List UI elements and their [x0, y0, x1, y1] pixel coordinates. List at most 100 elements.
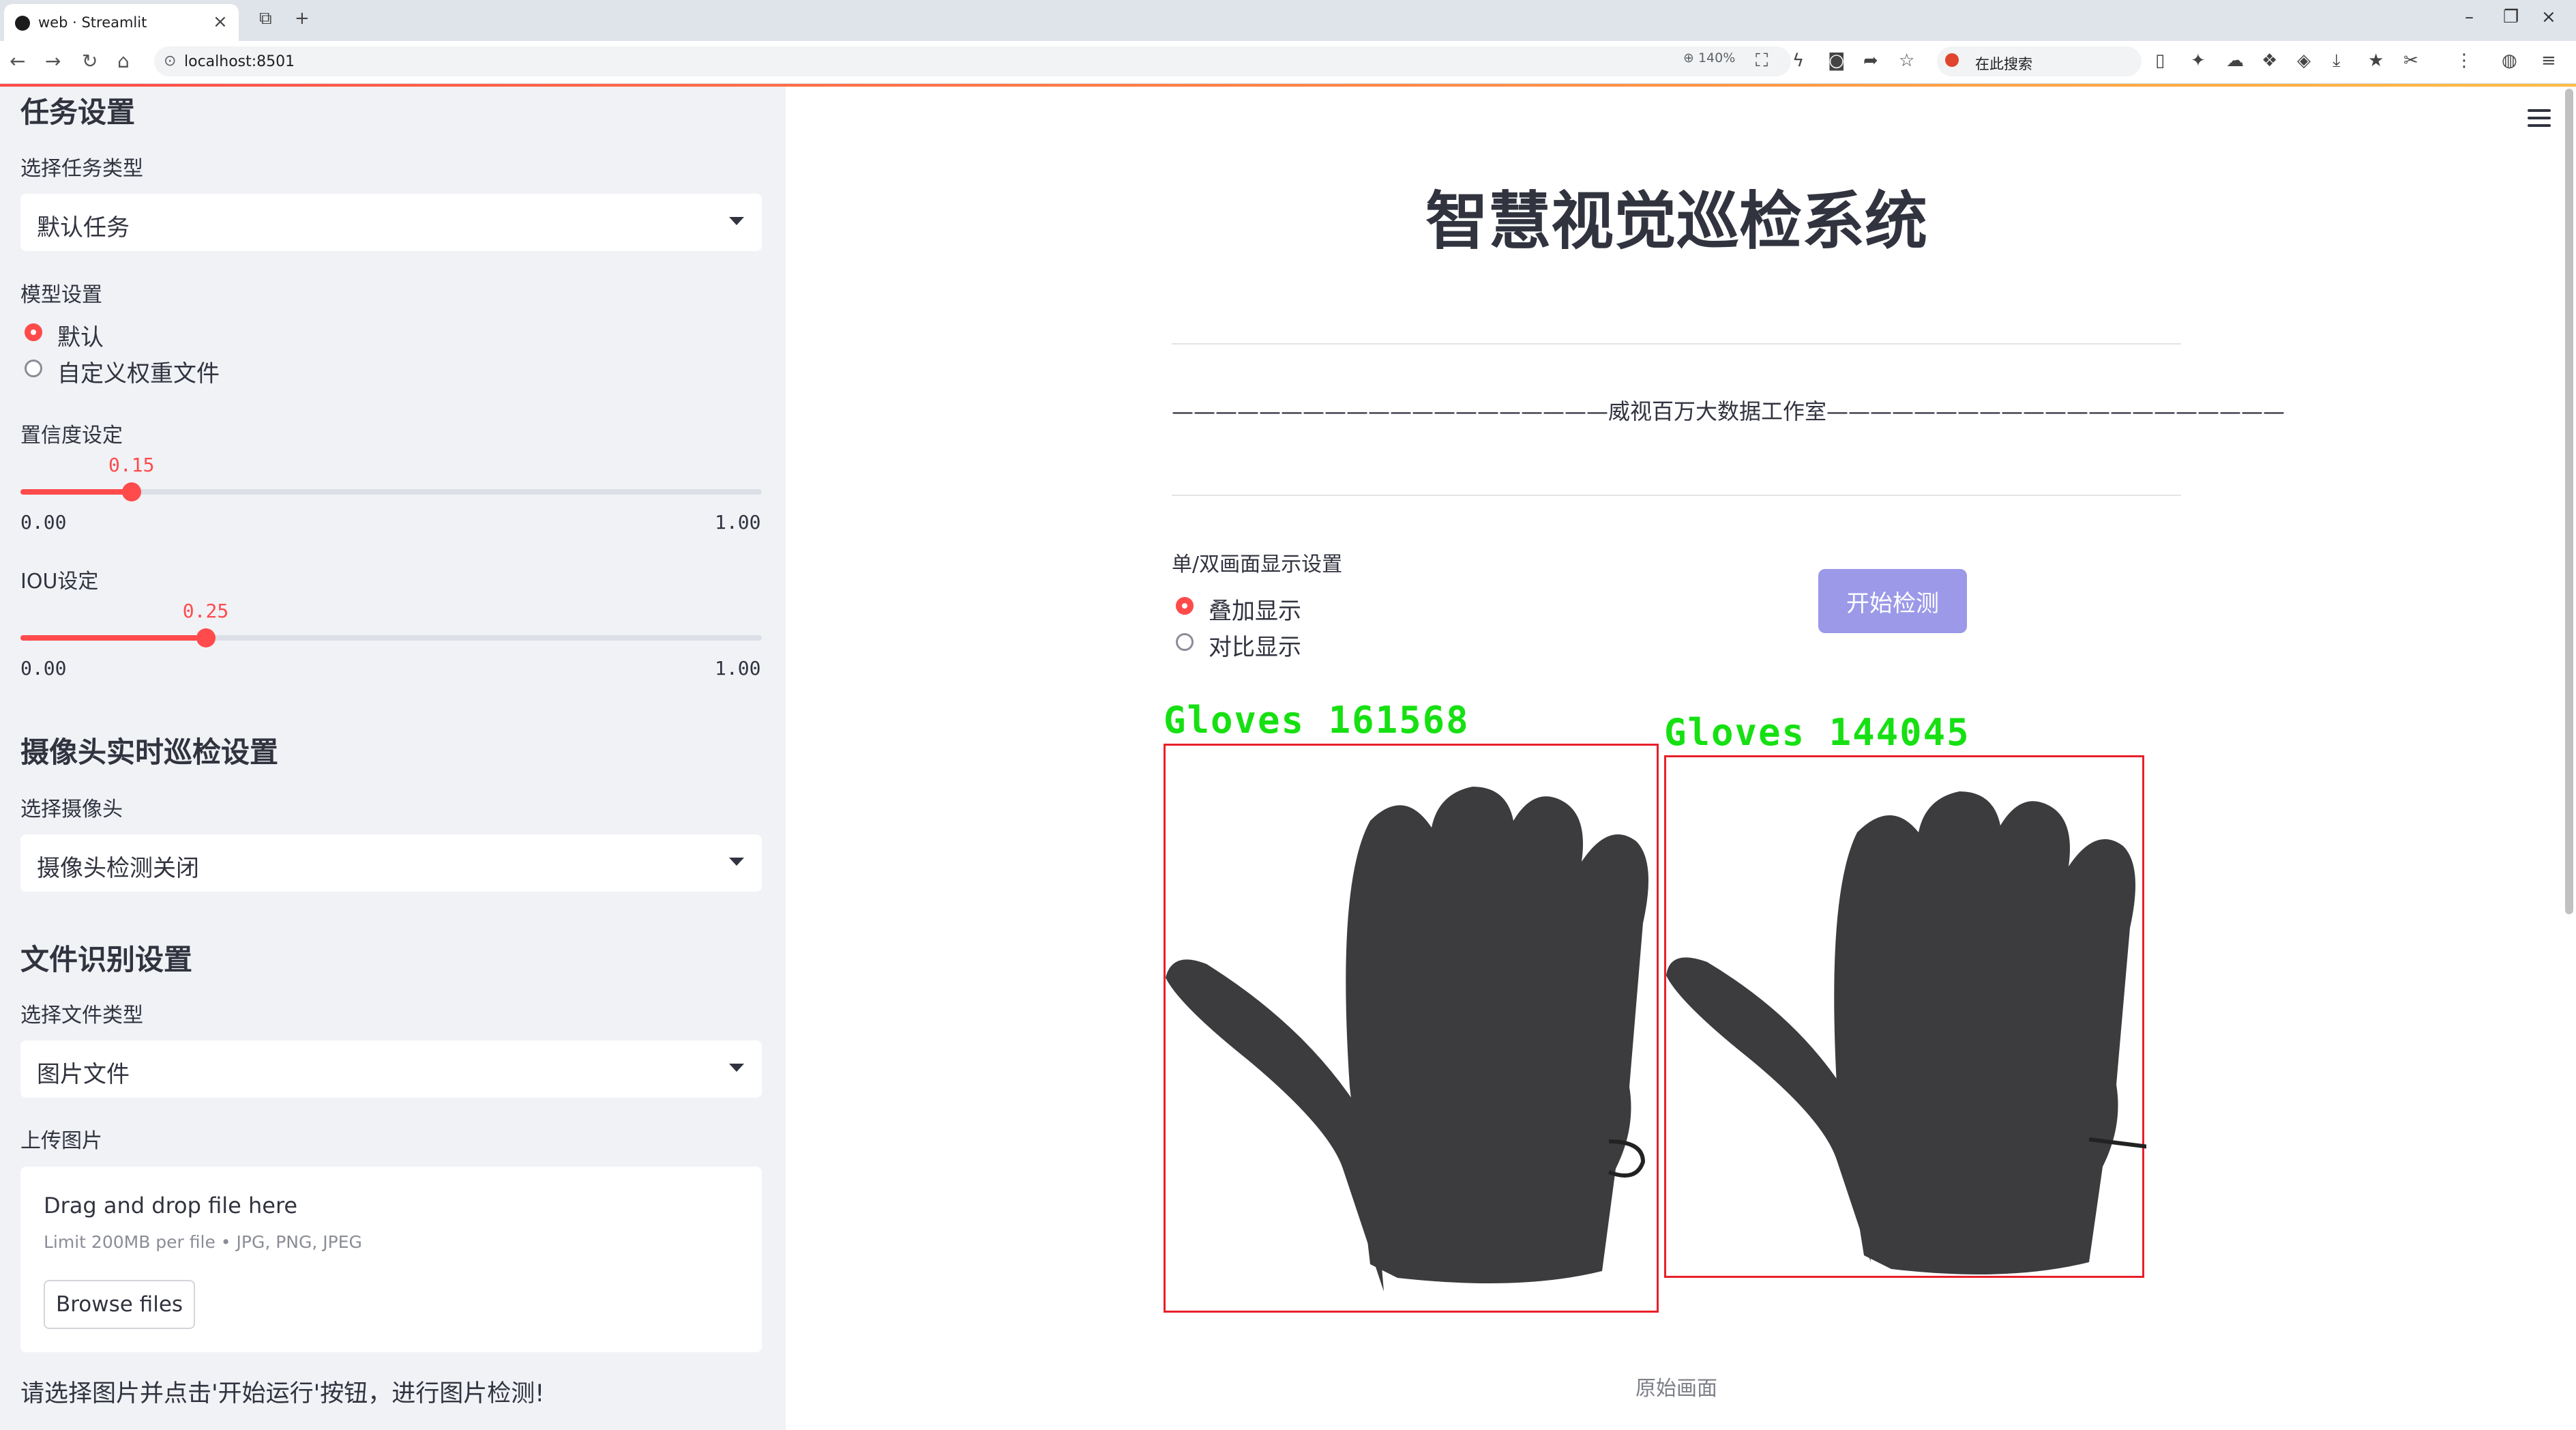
camera-settings-header: 摄像头实时巡检设置 [20, 735, 279, 769]
studio-line: ————————————————————威视百万大数据工作室——————————… [1172, 398, 2285, 424]
radio-unselected-icon [1176, 633, 1194, 651]
home-icon[interactable]: ⌂ [117, 50, 130, 72]
app-icon[interactable]: ◈ [2297, 50, 2311, 71]
search-engine-icon [1945, 53, 1959, 67]
download-icon[interactable]: ⤓ [2333, 50, 2341, 72]
iou-slider[interactable] [20, 628, 762, 647]
chevron-down-icon [729, 858, 744, 866]
task-type-value: 默认任务 [37, 214, 130, 242]
streamlit-favicon-icon [15, 16, 30, 31]
divider [1172, 495, 2181, 496]
more-menu-icon[interactable]: ⋮ [2455, 50, 2473, 71]
model-settings-label: 模型设置 [20, 283, 102, 307]
model-option-label: 自定义权重文件 [57, 360, 220, 388]
zoom-icon: ⊕ [1683, 50, 1694, 65]
reload-icon[interactable]: ↻ [82, 50, 98, 72]
collections-icon[interactable]: ❖ [2262, 50, 2277, 71]
forward-icon[interactable]: → [45, 50, 61, 72]
page-scrollbar[interactable] [2565, 89, 2573, 914]
glove-image [1666, 791, 2199, 1274]
address-bar: ← → ↻ ⌂ ⊙ localhost:8501 ⊕ 140% ⛶ ϟ ◙ ➦ … [0, 41, 2576, 84]
task-type-select[interactable]: 默认任务 [20, 194, 762, 251]
camera-icon[interactable]: ◙ [1828, 50, 1845, 71]
new-tab-icon[interactable]: + [295, 8, 310, 29]
tab-search-icon[interactable]: ⧉ [259, 8, 272, 29]
page-title: 智慧视觉巡检系统 [1425, 185, 1927, 258]
task-type-label: 选择任务类型 [20, 157, 143, 181]
tab-title: web · Streamlit [38, 14, 147, 31]
camera-label: 选择摄像头 [20, 798, 123, 821]
image-caption: 原始画面 [1635, 1377, 1717, 1401]
model-option-label: 默认 [57, 324, 104, 351]
cloud-icon[interactable]: ☁ [2226, 50, 2244, 71]
share-icon[interactable]: ➦ [1863, 50, 1878, 71]
dropzone-limit: Limit 200MB per file • JPG, PNG, JPEG [44, 1232, 362, 1252]
sidebar: 任务设置 选择任务类型 默认任务 模型设置 默认 自定义权重文件 置信度设定 0… [0, 87, 786, 1430]
screenshot-icon[interactable]: ✂ [2403, 50, 2418, 71]
chevron-down-icon [729, 1064, 744, 1072]
browser-search-box[interactable]: 在此搜索 [1937, 46, 2142, 76]
tab-close-icon[interactable]: × [213, 12, 228, 32]
minimize-icon[interactable]: – [2465, 7, 2474, 27]
divider [1172, 343, 2181, 345]
upload-label: 上传图片 [20, 1129, 102, 1153]
restore-icon[interactable]: ❐ [2503, 7, 2519, 27]
camera-value: 摄像头检测关闭 [37, 855, 199, 882]
translate-icon[interactable]: ⛶ [1756, 50, 1768, 72]
site-info-icon[interactable]: ⊙ [164, 53, 176, 70]
zoom-level[interactable]: ⊕ 140% [1683, 50, 1735, 65]
favorite-icon[interactable]: ☆ [1899, 50, 1914, 71]
detection-label: Gloves 161568 [1164, 699, 1470, 742]
confidence-max: 1.00 [715, 511, 761, 534]
reader-icon[interactable]: ▯ [2155, 50, 2165, 71]
confidence-label: 置信度设定 [20, 424, 123, 448]
zoom-value: 140% [1698, 50, 1736, 65]
radio-unselected-icon [25, 360, 42, 377]
browser-menu-icon[interactable]: ≡ [2541, 50, 2556, 71]
confidence-slider-fill [20, 489, 132, 495]
display-option-label: 对比显示 [1209, 634, 1301, 661]
glove-image [1166, 787, 1648, 1292]
chevron-down-icon [729, 217, 744, 225]
iou-value: 0.25 [182, 600, 229, 622]
url-text: localhost:8501 [184, 53, 295, 70]
browser-tab[interactable]: web · Streamlit × [4, 4, 239, 41]
back-icon[interactable]: ← [10, 50, 25, 72]
start-detection-button[interactable]: 开始检测 [1818, 569, 1967, 633]
detection-box [1664, 755, 2199, 1278]
iou-slider-fill [20, 635, 206, 641]
detection-box [1164, 744, 1659, 1313]
browse-files-button[interactable]: Browse files [44, 1280, 195, 1329]
sidebar-hint: 请选择图片并点击'开始运行'按钮，进行图片检测! [20, 1380, 545, 1407]
extension-icon[interactable]: ✦ [2191, 50, 2206, 71]
file-type-label: 选择文件类型 [20, 1004, 143, 1027]
confidence-min: 0.00 [20, 511, 67, 534]
dropzone-text: Drag and drop file here [44, 1193, 298, 1219]
confidence-slider-handle[interactable] [122, 482, 142, 501]
iou-min: 0.00 [20, 657, 67, 680]
close-window-icon[interactable]: × [2541, 7, 2556, 27]
file-settings-header: 文件识别设置 [20, 943, 193, 976]
file-type-value: 图片文件 [37, 1061, 130, 1088]
hamburger-menu-icon[interactable] [2528, 109, 2551, 132]
radio-selected-icon [1176, 597, 1194, 615]
iou-slider-handle[interactable] [196, 628, 216, 647]
avatar[interactable]: ◍ [2502, 50, 2517, 71]
browser-tab-bar: web · Streamlit × ⧉ + – ❐ × [0, 0, 2576, 41]
detection-label: Gloves 144045 [1664, 711, 1970, 754]
bookmark-star-icon[interactable]: ★ [2368, 50, 2384, 71]
file-dropzone[interactable]: Drag and drop file here Limit 200MB per … [20, 1167, 762, 1352]
search-placeholder: 在此搜索 [1975, 56, 2032, 72]
lightning-icon[interactable]: ϟ [1792, 50, 1804, 71]
iou-label: IOU设定 [20, 570, 99, 594]
display-option-label: 叠加显示 [1209, 598, 1301, 625]
iou-max: 1.00 [715, 657, 761, 680]
url-field[interactable]: ⊙ localhost:8501 [154, 46, 1791, 76]
radio-selected-icon [25, 323, 42, 341]
camera-select[interactable]: 摄像头检测关闭 [20, 834, 762, 892]
file-type-select[interactable]: 图片文件 [20, 1040, 762, 1098]
task-settings-header: 任务设置 [20, 96, 136, 129]
confidence-slider[interactable] [20, 482, 762, 501]
display-mode-label: 单/双画面显示设置 [1172, 553, 1343, 577]
confidence-value: 0.15 [108, 454, 155, 476]
